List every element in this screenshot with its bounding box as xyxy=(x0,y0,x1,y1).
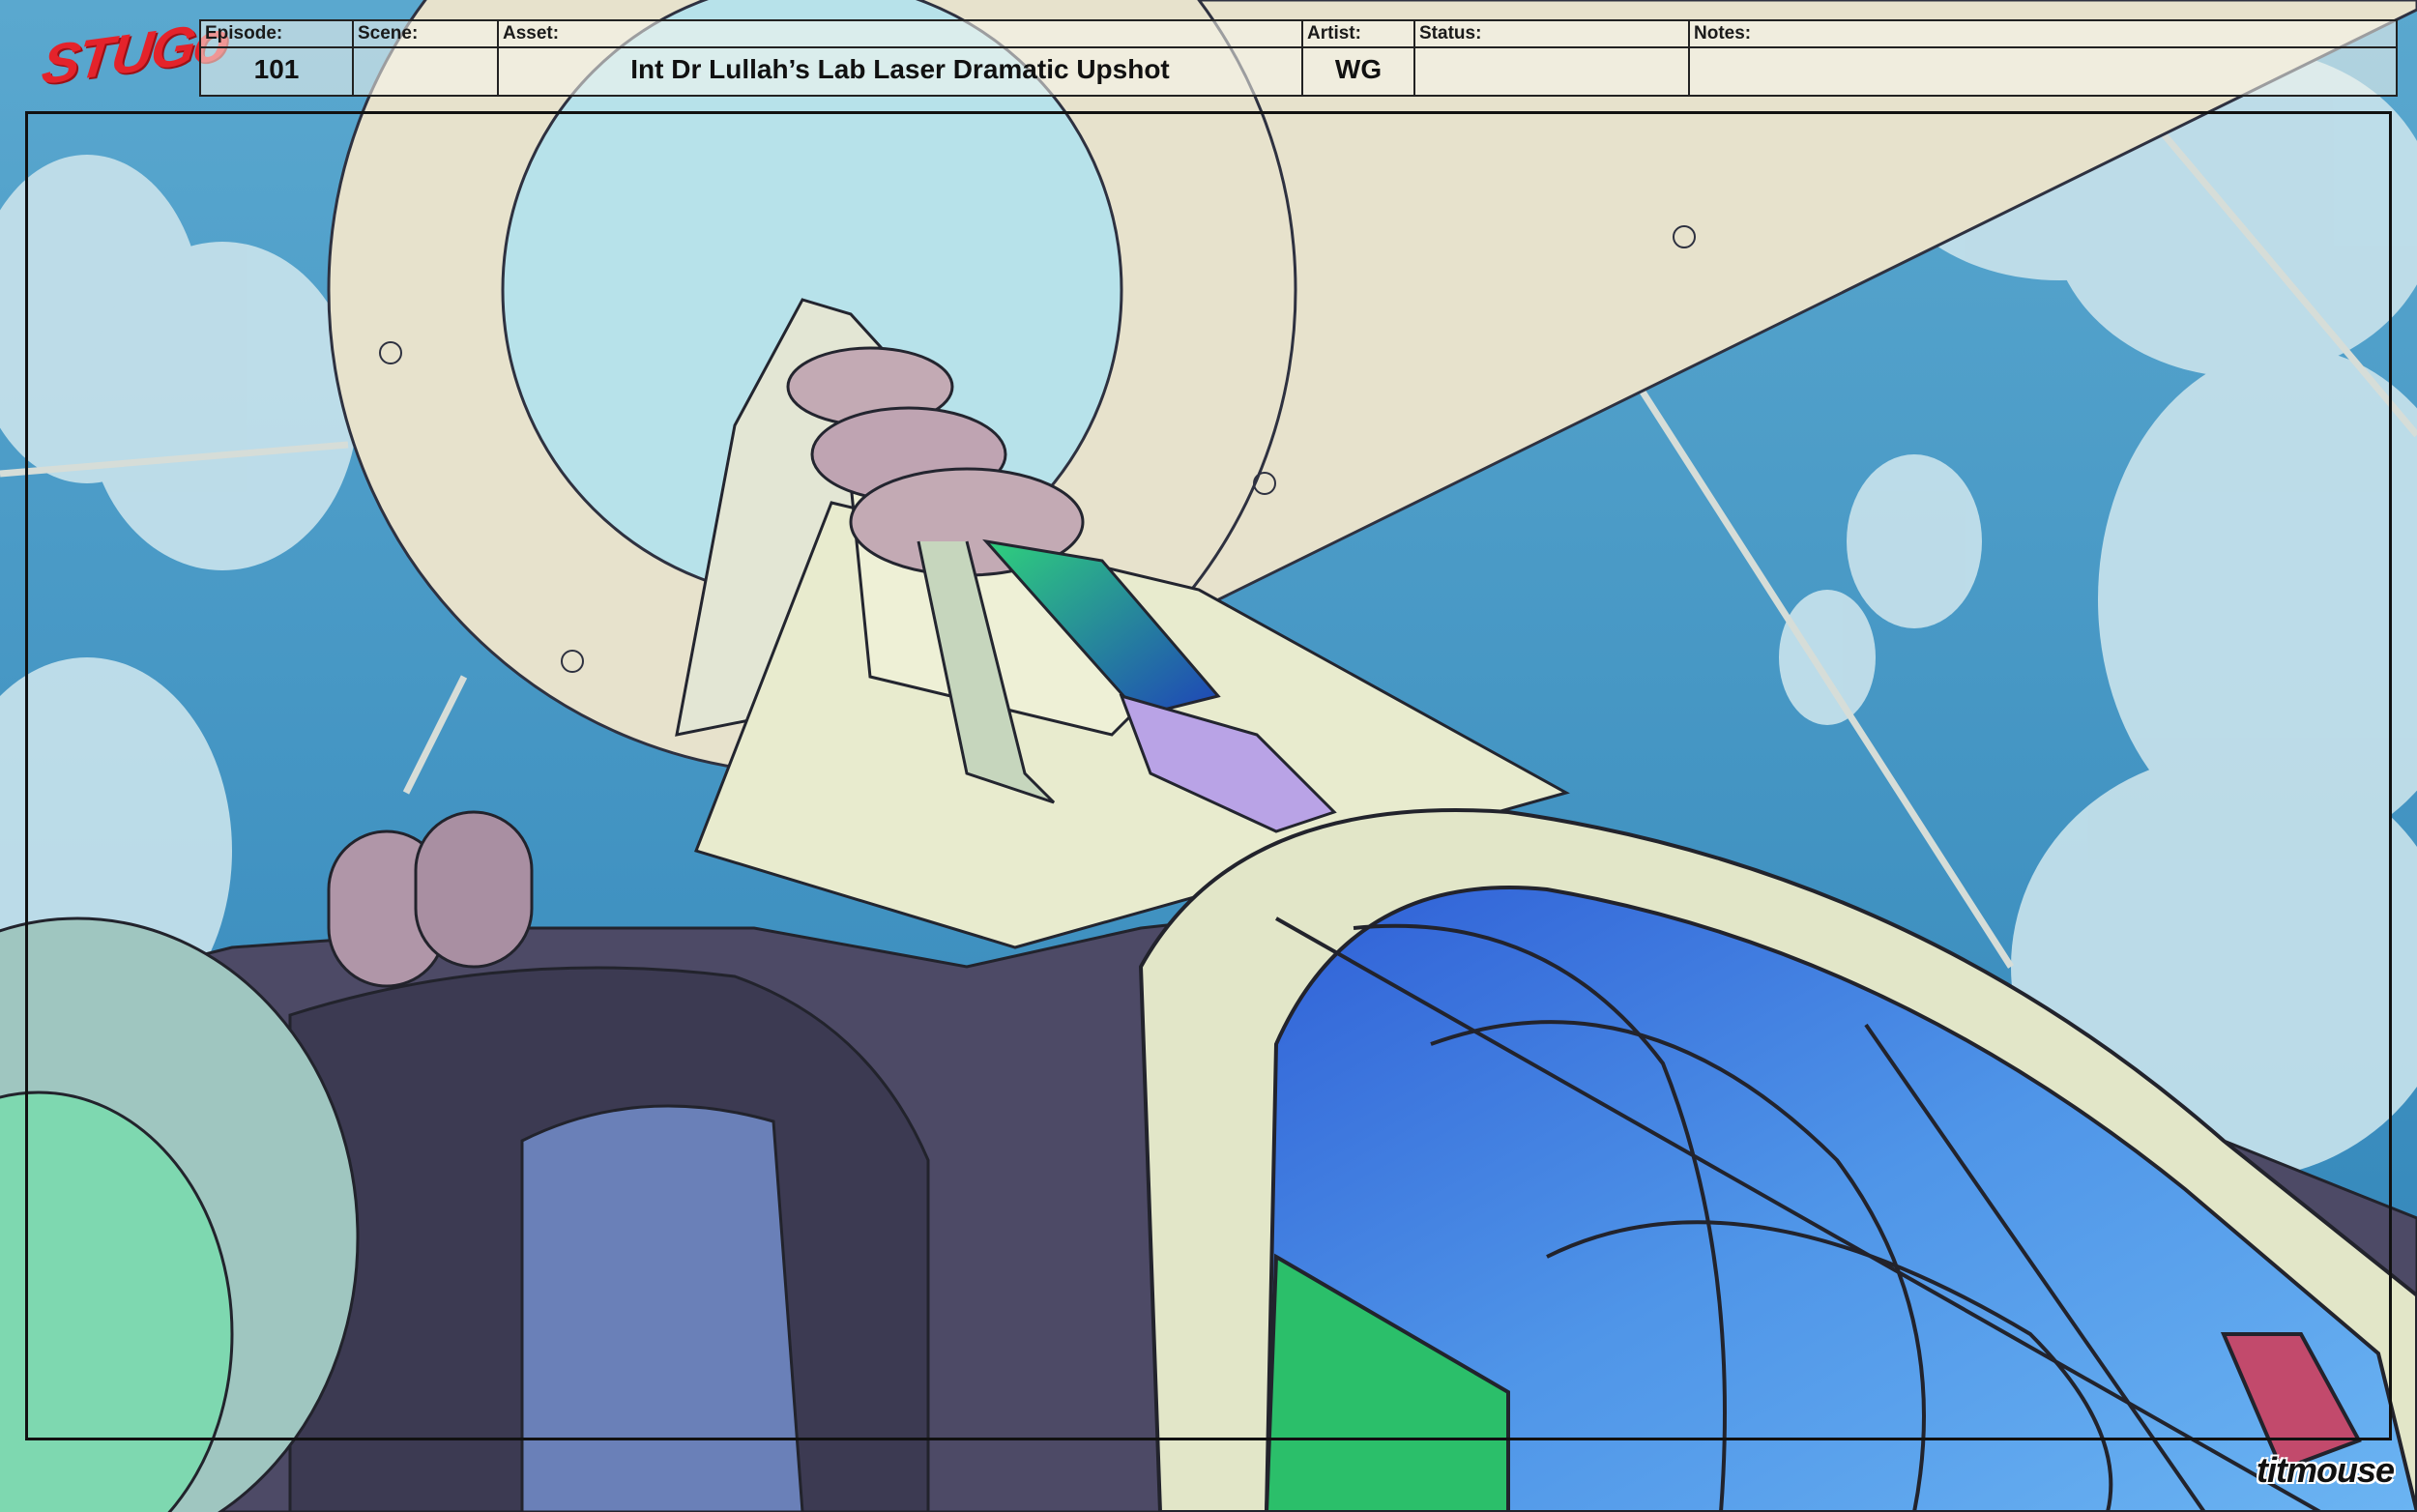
notes-label: Notes: xyxy=(1694,23,1752,44)
status-field: Status: xyxy=(1415,21,1690,95)
episode-field: Episode: 101 xyxy=(201,21,354,95)
artist-value: WG xyxy=(1334,54,1383,84)
notes-field: Notes: xyxy=(1690,21,2396,95)
asset-value: Int Dr Lullah’s Lab Laser Dramatic Upsho… xyxy=(630,54,1170,84)
scene-field: Scene: xyxy=(354,21,499,95)
episode-label: Episode: xyxy=(205,23,283,44)
episode-value: 101 xyxy=(253,54,300,84)
scene-label: Scene: xyxy=(358,23,419,44)
safe-frame xyxy=(25,111,2392,1440)
status-label: Status: xyxy=(1419,23,1482,44)
artist-label: Artist: xyxy=(1307,23,1361,44)
studio-logo: titmouse xyxy=(2256,1450,2395,1490)
slate-header: Episode: 101 Scene: Asset: Int Dr Lullah… xyxy=(199,19,2398,97)
asset-field: Asset: Int Dr Lullah’s Lab Laser Dramati… xyxy=(499,21,1303,95)
artist-field: Artist: WG xyxy=(1303,21,1415,95)
asset-label: Asset: xyxy=(503,23,560,44)
